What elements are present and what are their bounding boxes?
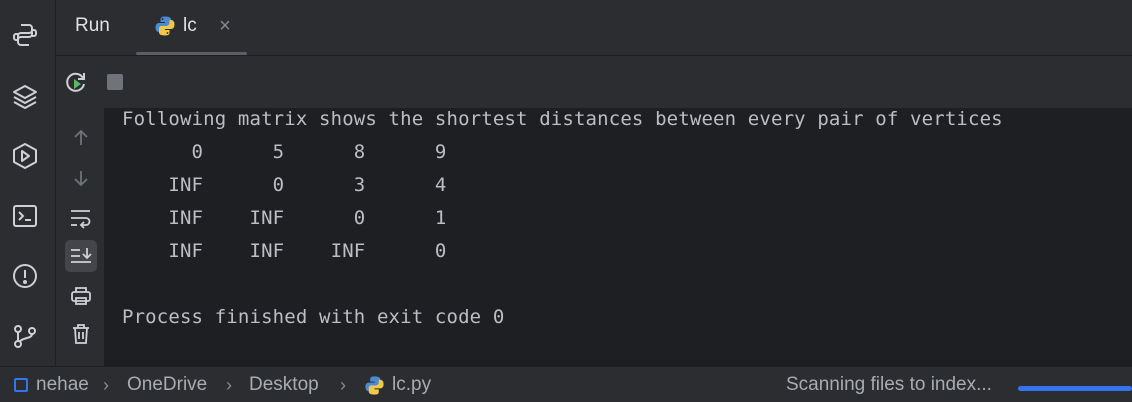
indexing-status[interactable]: Scanning files to index... — [786, 374, 992, 396]
run-tool-window: Run lc × Following matrix shows the shor… — [0, 0, 1132, 402]
print-icon[interactable] — [65, 280, 97, 312]
python-icon — [154, 15, 176, 37]
terminal-icon[interactable] — [9, 200, 41, 232]
python-console-icon[interactable] — [9, 19, 41, 51]
console-line: INF 0 3 4 — [122, 174, 447, 196]
chevron-right-icon: › — [340, 375, 346, 395]
breadcrumb-onedrive[interactable]: OneDrive — [127, 374, 207, 396]
breadcrumb-desktop[interactable]: Desktop — [249, 374, 319, 396]
chevron-right-icon: › — [226, 375, 232, 395]
rerun-icon[interactable] — [64, 70, 88, 94]
status-bar: nehae › OneDrive › Desktop › lc.py Scann… — [0, 366, 1132, 402]
console-line: INF INF 0 1 — [122, 207, 447, 229]
console-output[interactable]: Following matrix shows the shortest dist… — [105, 108, 1132, 366]
tab-bar: Run lc × — [56, 0, 1132, 56]
left-tool-strip — [0, 0, 56, 366]
tab-active-indicator — [136, 52, 247, 55]
scroll-to-end-icon[interactable] — [65, 240, 97, 272]
run-toolbar — [56, 56, 1132, 108]
up-arrow-icon[interactable] — [65, 122, 97, 154]
indexing-progress-bar — [1018, 386, 1132, 391]
git-icon[interactable] — [9, 320, 41, 352]
run-title: Run — [75, 15, 110, 36]
python-icon — [364, 375, 385, 396]
soft-wrap-icon[interactable] — [65, 202, 97, 234]
down-arrow-icon[interactable] — [65, 162, 97, 194]
tab-lc[interactable]: lc × — [136, 0, 247, 55]
trash-icon[interactable] — [65, 318, 97, 350]
module-icon — [14, 378, 28, 392]
services-icon[interactable] — [9, 140, 41, 172]
console-line: 0 5 8 9 — [122, 141, 447, 163]
breadcrumb-label: OneDrive — [127, 374, 208, 395]
breadcrumb-nehae[interactable]: nehae — [14, 374, 89, 396]
console-line: INF INF INF 0 — [122, 240, 447, 262]
console-actions — [56, 108, 105, 366]
close-icon[interactable]: × — [216, 15, 234, 37]
chevron-right-icon: › — [103, 375, 109, 395]
layers-icon[interactable] — [9, 80, 41, 112]
breadcrumb-label: nehae — [36, 374, 89, 395]
console-line: Following matrix shows the shortest dist… — [122, 108, 1003, 130]
console-line: Process finished with exit code 0 — [122, 306, 505, 328]
breadcrumb-label: Desktop — [249, 374, 319, 395]
stop-icon[interactable] — [103, 70, 127, 94]
breadcrumb-label: lc.py — [392, 374, 432, 395]
tab-label: lc — [183, 15, 197, 36]
breadcrumb-file[interactable]: lc.py — [364, 374, 431, 396]
problems-icon[interactable] — [9, 260, 41, 292]
